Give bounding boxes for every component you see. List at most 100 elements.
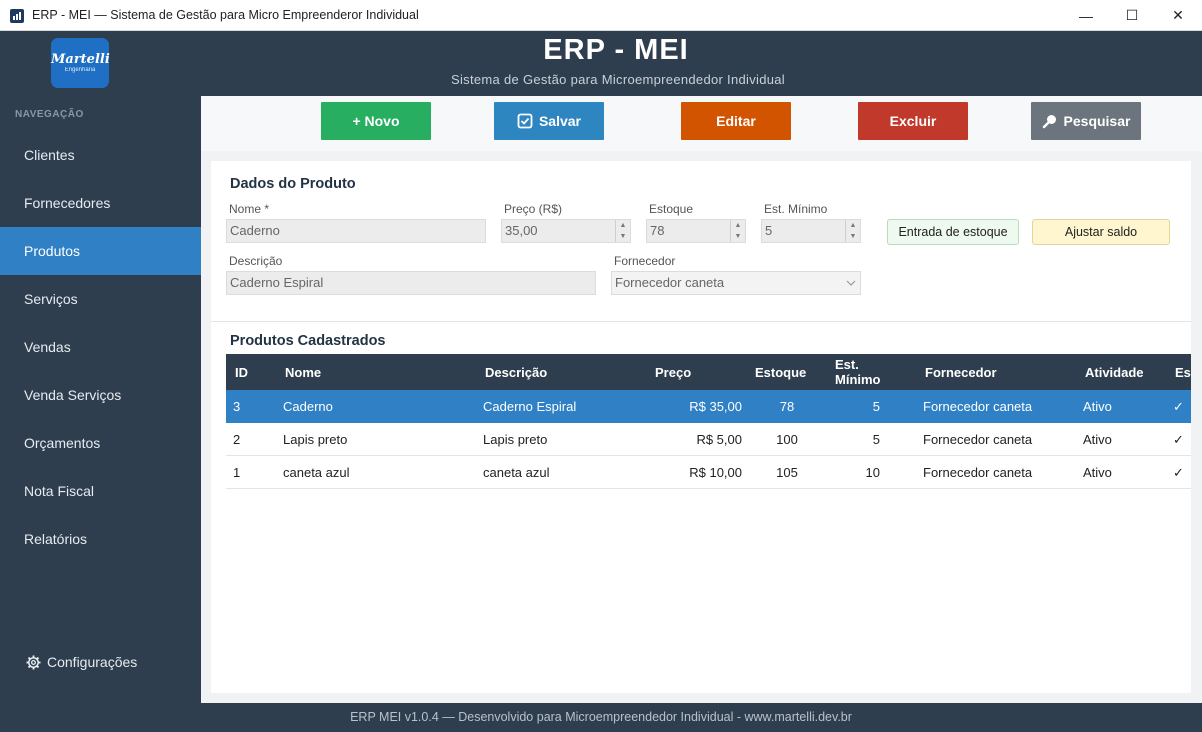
col-estoque[interactable]: Estoque [755,354,806,390]
cell-preco: R$ 5,00 [696,432,742,447]
app-subtitle: Sistema de Gestão para Microempreendedor… [451,72,785,87]
stock-stepper[interactable]: ▲ ▼ [730,220,745,242]
col-preco[interactable]: Preço [655,354,691,390]
sidebar: NAVEGAÇÃO Clientes Fornecedores Produtos… [0,96,201,703]
adjust-balance-button[interactable]: Ajustar saldo [1032,219,1170,245]
col-atividade[interactable]: Atividade [1085,354,1144,390]
chart-bars-icon [10,9,24,23]
toolbar: + Novo Salvar Editar Excluir Pesquisar [201,96,1202,151]
min-stock-label: Est. Mínimo [764,202,828,216]
close-button[interactable]: ✕ [1155,0,1201,31]
col-est-minimo[interactable]: Est. Mínimo [835,354,881,390]
sidebar-item-relatorios[interactable]: Relatórios [0,515,201,563]
sidebar-item-nota-fiscal[interactable]: Nota Fiscal [0,467,201,515]
new-button[interactable]: + Novo [321,102,431,140]
cell-estoque: 100 [776,432,798,447]
col-est-minimo-line1: Est. [835,357,859,372]
min-stock-stepper[interactable]: ▲ ▼ [845,220,860,242]
sidebar-item-configuracoes[interactable]: Configurações [26,654,137,670]
description-field[interactable]: Caderno Espiral [226,271,596,295]
name-label: Nome * [229,202,270,216]
sidebar-item-vendas[interactable]: Vendas [0,323,201,371]
table-row[interactable]: 2 Lapis preto Lapis preto R$ 5,00 100 5 … [226,423,1191,456]
save-button[interactable]: Salvar [494,102,604,140]
price-field[interactable]: 35,00 ▲ ▼ [501,219,631,243]
cell-nome: caneta azul [283,465,350,480]
name-field[interactable]: Caderno [226,219,486,243]
sidebar-item-orcamentos[interactable]: Orçamentos [0,419,201,467]
cell-atividade: Ativo [1083,465,1112,480]
sidebar-item-clientes[interactable]: Clientes [0,131,201,179]
stock-value: 78 [650,223,665,238]
window-titlebar: ERP - MEI — Sistema de Gestão para Micro… [0,0,1202,31]
cell-fornecedor: Fornecedor caneta [923,465,1033,480]
cell-fornecedor: Fornecedor caneta [923,399,1033,414]
sidebar-item-produtos[interactable]: Produtos [0,227,201,275]
product-panel: Dados do Produto Nome * Caderno Preço (R… [211,161,1191,693]
price-stepper[interactable]: ▲ ▼ [615,220,630,242]
cell-atividade: Ativo [1083,399,1112,414]
cell-check: ✓ [1173,399,1184,414]
window-title: ERP - MEI — Sistema de Gestão para Micro… [32,8,419,22]
app-header: Martelli Engenharia ERP - MEI Sistema de… [0,31,1202,96]
col-descricao[interactable]: Descrição [485,354,547,390]
magnifier-icon [1042,115,1056,129]
cell-atividade: Ativo [1083,432,1112,447]
cell-check: ✓ [1173,465,1184,480]
cell-minimo: 5 [872,432,880,447]
form-section-title: Dados do Produto [230,176,356,192]
description-label: Descrição [229,254,283,268]
divider [211,321,1191,322]
col-es[interactable]: Es [1175,354,1191,390]
nav-heading: NAVEGAÇÃO [15,109,84,120]
supplier-select[interactable]: Fornecedor caneta [611,271,861,295]
col-nome[interactable]: Nome [285,354,321,390]
status-footer: ERP MEI v1.0.4 — Desenvolvido para Micro… [0,703,1202,732]
main-content: + Novo Salvar Editar Excluir Pesquisar D… [201,96,1202,703]
price-label: Preço (R$) [504,202,563,216]
delete-button[interactable]: Excluir [858,102,968,140]
price-value: 35,00 [505,223,538,238]
cell-nome: Lapis preto [283,432,348,447]
min-stock-value: 5 [765,223,773,238]
edit-button[interactable]: Editar [681,102,791,140]
cell-id: 2 [233,432,241,447]
cell-descricao: Caderno Espiral [483,399,577,414]
col-fornecedor[interactable]: Fornecedor [925,354,997,390]
table-row[interactable]: 3 Caderno Caderno Espiral R$ 35,00 78 5 … [226,390,1191,423]
checkbox-icon [517,113,533,129]
table-section-title: Produtos Cadastrados [230,333,386,349]
cell-preco: R$ 10,00 [689,465,742,480]
col-est-minimo-line2: Mínimo [835,372,881,387]
cell-check: ✓ [1173,432,1184,447]
cell-estoque: 105 [776,465,798,480]
minimize-button[interactable]: — [1063,0,1109,31]
table-row[interactable]: 1 caneta azul caneta azul R$ 10,00 105 1… [226,456,1191,489]
cell-id: 1 [233,465,241,480]
sidebar-item-fornecedores[interactable]: Fornecedores [0,179,201,227]
gear-icon [26,654,41,670]
cell-estoque: 78 [779,399,795,414]
stock-field[interactable]: 78 ▲ ▼ [646,219,746,243]
app-title: ERP - MEI [543,34,689,66]
min-stock-field[interactable]: 5 ▲ ▼ [761,219,861,243]
cell-descricao: Lapis preto [483,432,548,447]
search-label: Pesquisar [1063,113,1131,129]
cell-id: 3 [233,399,241,414]
supplier-label: Fornecedor [614,254,676,268]
table-header: ID Nome Descrição Preço Estoque Est. Mín… [226,354,1191,390]
sidebar-item-servicos[interactable]: Serviços [0,275,201,323]
stock-label: Estoque [649,202,694,216]
cell-descricao: caneta azul [483,465,550,480]
sidebar-item-venda-servicos[interactable]: Venda Serviços [0,371,201,419]
col-id[interactable]: ID [235,354,248,390]
cell-preco: R$ 35,00 [689,399,742,414]
cell-fornecedor: Fornecedor caneta [923,432,1033,447]
stock-entry-button[interactable]: Entrada de estoque [887,219,1019,245]
cell-minimo: 5 [872,399,880,414]
save-label: Salvar [538,113,582,129]
search-button[interactable]: Pesquisar [1031,102,1141,140]
maximize-button[interactable]: ☐ [1109,0,1155,31]
config-label: Configurações [47,654,138,670]
supplier-value: Fornecedor caneta [615,275,725,290]
